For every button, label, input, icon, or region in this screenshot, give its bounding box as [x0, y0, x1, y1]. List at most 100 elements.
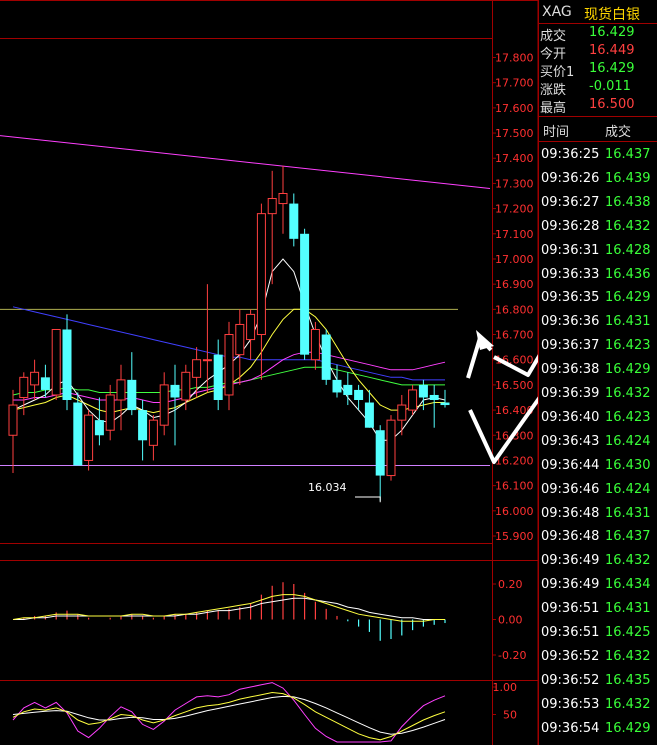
tick-row: 09:36:35 16.429	[539, 285, 657, 309]
kdj-k-line	[12, 691, 446, 741]
tick-price: 16.432	[605, 218, 651, 234]
tick-row: 09:36:48 16.437	[539, 524, 657, 548]
candle-body	[170, 384, 180, 398]
y-tick-label: 16.100	[495, 480, 534, 493]
low-annotation: 16.034	[308, 481, 381, 503]
tick-row: 09:36:44 16.430	[539, 453, 657, 477]
quote-row: 涨跌 -0.011	[539, 78, 657, 98]
tick-row: 09:36:51 16.431	[539, 596, 657, 620]
candle-body	[429, 394, 439, 401]
macd-tick-label: 0.00	[498, 614, 523, 627]
tick-time: 09:36:38	[541, 362, 600, 378]
tick-price: 16.424	[605, 481, 651, 497]
tick-row: 09:36:54 16.429	[539, 716, 657, 740]
candle-body	[321, 334, 331, 380]
tick-row: 09:36:27 16.438	[539, 190, 657, 214]
y-tick-label: 17.600	[495, 102, 534, 115]
y-tick-label: 16.000	[495, 505, 534, 518]
y-tick-label: 16.700	[495, 329, 534, 342]
tick-price: 16.429	[605, 720, 651, 736]
tick-price: 16.424	[605, 433, 651, 449]
candle-body	[364, 402, 374, 428]
tick-row: 09:36:36 16.431	[539, 309, 657, 333]
tick-row: 09:36:43 16.424	[539, 429, 657, 453]
symbol-name: 现货白银	[584, 7, 640, 23]
candle-body	[138, 410, 148, 441]
tick-row: 09:36:51 16.425	[539, 620, 657, 644]
tick-price: 16.431	[605, 601, 651, 617]
candle-body	[256, 213, 266, 336]
candle-body	[202, 359, 212, 362]
tick-price: 16.432	[605, 553, 651, 569]
tick-time: 09:36:51	[541, 601, 600, 617]
candle-body	[127, 379, 137, 411]
tick-price: 16.429	[605, 290, 651, 306]
chart-area[interactable]: 15.90016.00016.10016.20016.30016.40016.5…	[0, 0, 538, 745]
y-tick-label: 15.900	[495, 530, 534, 543]
candle-body	[267, 198, 277, 215]
tick-row: 09:36:25 16.437	[539, 142, 657, 166]
macd-tick-label: 0.20	[498, 578, 523, 591]
tick-price: 16.432	[605, 386, 651, 401]
tick-row: 09:36:31 16.428	[539, 238, 657, 262]
candle-body	[332, 379, 342, 393]
chart-frame	[0, 0, 538, 745]
tick-row: 09:36:52 16.432	[539, 644, 657, 668]
candle-body	[375, 430, 385, 476]
tick-row: 09:36:40 16.423	[539, 405, 657, 429]
tick-time: 09:36:33	[541, 266, 600, 282]
tick-price: 16.432	[605, 648, 651, 664]
tick-price: 16.434	[605, 577, 651, 593]
quote-value: 16.429	[589, 25, 635, 40]
tick-time: 09:36:27	[541, 194, 600, 210]
tick-price: 16.429	[605, 362, 651, 378]
tick-time: 09:36:26	[541, 170, 600, 186]
y-tick-label: 16.200	[495, 454, 534, 467]
candle-body	[224, 334, 234, 396]
ticks-time-header: 时间	[543, 125, 570, 140]
price-axis: 15.90016.00016.10016.20016.30016.40016.5…	[492, 52, 534, 543]
candle-body	[397, 404, 407, 421]
tick-time: 09:36:52	[541, 648, 600, 664]
tick-price: 16.423	[605, 409, 651, 425]
candle-body	[62, 329, 72, 401]
y-tick-label: 16.500	[495, 379, 534, 392]
tick-time: 09:36:28	[541, 218, 600, 234]
y-tick-label: 16.800	[495, 303, 534, 316]
quote-header: XAG 现货白银	[539, 0, 657, 24]
candle-body	[84, 414, 94, 461]
tick-time: 09:36:48	[541, 505, 600, 521]
candle-body	[94, 420, 104, 436]
tick-row: 09:36:39 16.432	[539, 381, 657, 405]
tick-row: 09:36:26 16.439	[539, 166, 657, 190]
candle-body	[181, 371, 191, 401]
candle-body	[8, 404, 18, 436]
candle-body	[278, 192, 288, 205]
candle-body	[213, 354, 223, 401]
kdj-tick-label: 50	[503, 709, 517, 722]
trend-line	[0, 135, 491, 189]
tick-price: 16.439	[605, 170, 651, 186]
y-tick-label: 16.900	[495, 278, 534, 291]
tick-time: 09:36:36	[541, 314, 600, 330]
tick-time: 09:36:43	[541, 433, 600, 449]
candle-body	[310, 328, 320, 361]
tick-price: 16.431	[605, 314, 651, 330]
y-tick-label: 17.100	[495, 228, 534, 241]
y-tick-label: 17.300	[495, 177, 534, 190]
tick-time: 09:36:25	[541, 147, 600, 162]
tick-time: 09:36:31	[541, 242, 600, 258]
low-price-label: 16.034	[308, 481, 347, 494]
tick-time: 09:36:39	[541, 386, 600, 401]
candle-body	[300, 233, 310, 355]
candle-body	[246, 313, 256, 341]
ticks-header: 时间 成交	[539, 116, 657, 142]
kdj-panel: 1.00 50	[12, 681, 517, 743]
tick-row: 09:36:33 16.436	[539, 262, 657, 286]
tick-time: 09:36:40	[541, 409, 600, 425]
quote-value: 16.449	[589, 43, 635, 58]
quote-panel: XAG 现货白银 成交 16.429 今开 16.449 买价1 16.429 涨跌 -0.0…	[538, 0, 657, 745]
candle-body	[386, 419, 396, 477]
candle-body	[40, 377, 50, 390]
candle-body	[343, 384, 353, 395]
